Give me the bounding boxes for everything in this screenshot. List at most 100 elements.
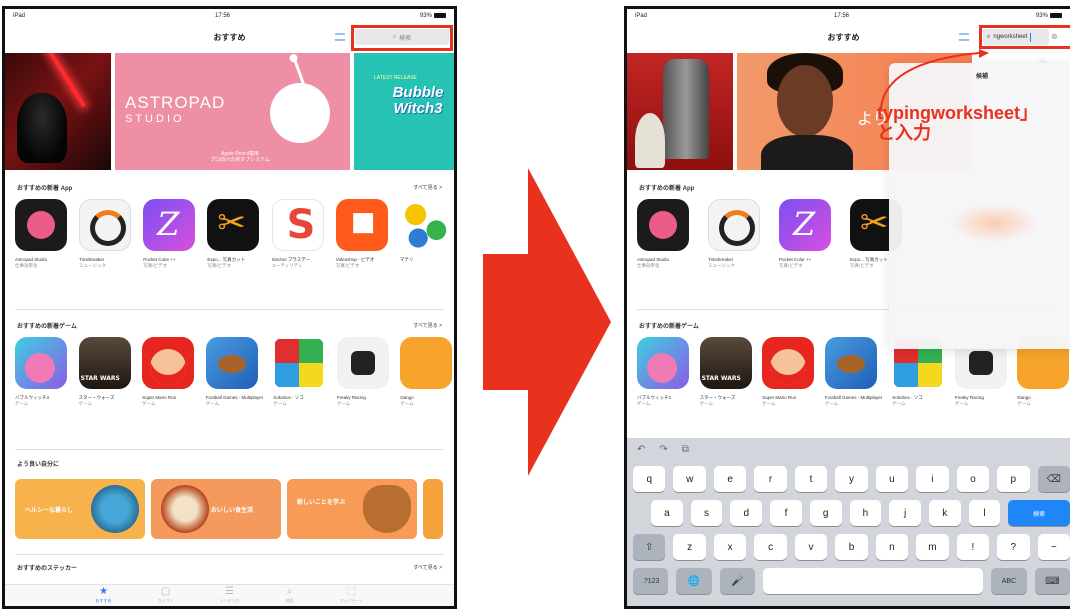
app-tile[interactable]: Pocket Color ++写真/ビデオ	[133, 199, 197, 269]
star-wars-icon[interactable]	[699, 337, 752, 389]
list-icon[interactable]	[335, 33, 345, 41]
tab-カテゴリ[interactable]: ▢ カテゴリ	[158, 586, 174, 605]
redo-icon[interactable]: ↷	[659, 444, 667, 455]
banner-star-wars[interactable]	[5, 53, 111, 170]
key-y[interactable]: y	[835, 466, 868, 492]
dango-icon[interactable]	[400, 337, 453, 389]
banner-astropad[interactable]: ASTROPAD STUDIO Apple Pencil専用 プロ向けの液タブシ…	[115, 53, 350, 170]
football-icon[interactable]	[205, 337, 258, 389]
microphone-key[interactable]: 🎤	[719, 568, 756, 594]
shift-key[interactable]: ⇧	[633, 534, 666, 560]
app-tile[interactable]: Pocket Color ++写真/ビデオ	[769, 199, 840, 269]
collection-card[interactable]: 新しいことを学ぶ	[287, 479, 417, 539]
app-tile[interactable]: Videoshop - ビデオ写真/ビデオ	[326, 199, 390, 269]
sokoban-icon[interactable]	[273, 337, 326, 389]
key-m[interactable]: m	[916, 534, 949, 560]
app-tile[interactable]: Expo... 写真カット写真/ビデオ	[197, 199, 261, 269]
app-tile[interactable]: Astropad Studio 仕事効率化	[5, 199, 69, 269]
video-app-icon[interactable]	[335, 199, 388, 251]
app-tile[interactable]: Super Mario Run ゲーム	[752, 337, 815, 407]
collection-card-partial[interactable]	[423, 479, 443, 539]
key-o[interactable]: o	[956, 466, 990, 492]
abc-key[interactable]: ABC	[991, 568, 1027, 594]
app-tile[interactable]: Timebreaker ミュージック	[69, 199, 133, 269]
key-t[interactable]: t	[794, 466, 828, 492]
search-key[interactable]: 検索	[1008, 500, 1070, 526]
tab-ランキング[interactable]: ☰ ランキング	[220, 586, 240, 605]
key-q[interactable]: q	[633, 466, 666, 492]
space-key[interactable]	[763, 568, 984, 594]
timer-app-icon[interactable]	[79, 199, 132, 251]
key-b[interactable]: b	[835, 534, 868, 560]
dots-app-icon[interactable]	[399, 199, 452, 251]
key-j[interactable]: j	[889, 500, 921, 526]
list-icon[interactable]	[959, 33, 969, 41]
paste-icon[interactable]: ⧉	[682, 444, 689, 455]
banner-bubble-witch[interactable]: LATEST RELEASE Bubble Witch3	[354, 53, 454, 170]
key-k[interactable]: k	[928, 500, 961, 526]
key-?[interactable]: ?	[997, 534, 1030, 560]
pocket-color-icon[interactable]	[779, 199, 831, 251]
sincho-app-icon[interactable]	[271, 199, 324, 251]
app-tile[interactable]: マテリ	[390, 199, 454, 269]
key-f[interactable]: f	[770, 500, 802, 526]
tab-検索[interactable]: ⌕ 検索	[285, 586, 293, 605]
football-icon[interactable]	[824, 337, 877, 389]
key-e[interactable]: e	[713, 466, 747, 492]
app-tile[interactable]: Timebreaker ミュージック	[698, 199, 769, 269]
key-g[interactable]: g	[809, 500, 842, 526]
app-tile[interactable]: Dango ゲーム	[390, 337, 454, 407]
app-tile[interactable]: Football Games - Multiplayer ゲーム	[196, 337, 263, 407]
app-tile[interactable]: Sokobus - ソコ ゲーム	[263, 337, 327, 407]
bubble-witch-icon[interactable]	[15, 337, 67, 389]
key-n[interactable]: n	[875, 534, 909, 560]
banner-game[interactable]	[627, 53, 733, 170]
keyboard-dismiss-key[interactable]: ⌨	[1034, 568, 1070, 594]
super-mario-icon[interactable]	[142, 337, 195, 389]
scissors-app-icon[interactable]	[207, 199, 260, 251]
see-all-link[interactable]: すべて見る >	[413, 564, 442, 571]
app-tile[interactable]: バブルウィッチ3 ゲーム	[627, 337, 690, 407]
app-tile[interactable]: スター・ウォーズゲーム	[690, 337, 753, 407]
pocket-color-icon[interactable]	[143, 199, 196, 251]
key-l[interactable]: l	[968, 500, 1001, 526]
bubble-witch-icon[interactable]	[637, 337, 689, 389]
key-v[interactable]: v	[794, 534, 828, 560]
app-tile[interactable]: Football Games - Multiplayer ゲーム	[815, 337, 882, 407]
key-p[interactable]: p	[997, 466, 1030, 492]
key-h[interactable]: h	[849, 500, 882, 526]
backspace-key[interactable]: ⌫	[1037, 466, 1070, 492]
numbers-key[interactable]: .?123	[633, 568, 669, 594]
app-tile[interactable]: Super Mario Run ゲーム	[132, 337, 196, 407]
key-u[interactable]: u	[875, 466, 909, 492]
key-![interactable]: !	[956, 534, 990, 560]
key-z[interactable]: z	[673, 534, 706, 560]
star-wars-icon[interactable]	[78, 337, 131, 389]
freaky-racing-icon[interactable]	[336, 337, 389, 389]
app-tile[interactable]: スター・ウォーズゲーム	[69, 337, 133, 407]
app-tile[interactable]: Sincho! プラスデーユーティリティ	[262, 199, 326, 269]
key-w[interactable]: w	[673, 466, 706, 492]
key-−[interactable]: −	[1037, 534, 1070, 560]
key-a[interactable]: a	[651, 500, 683, 526]
tab-おすすめ[interactable]: ★ おすすめ	[96, 586, 112, 605]
key-r[interactable]: r	[754, 466, 787, 492]
super-mario-icon[interactable]	[762, 337, 815, 389]
key-d[interactable]: d	[730, 500, 763, 526]
tab-アップデート[interactable]: ⬚ アップデート	[339, 586, 363, 605]
app-tile[interactable]: バブルウィッチ3 ゲーム	[5, 337, 69, 407]
app-tile[interactable]: Freaky Racing ゲーム	[327, 337, 391, 407]
key-x[interactable]: x	[713, 534, 747, 560]
see-all-link[interactable]: すべて見る >	[413, 184, 442, 191]
astropad-app-icon[interactable]	[15, 199, 67, 251]
astropad-app-icon[interactable]	[637, 199, 689, 251]
undo-icon[interactable]: ↶	[637, 444, 645, 455]
collection-card[interactable]: おいしい食生活	[151, 479, 281, 539]
timer-app-icon[interactable]	[708, 199, 760, 251]
key-i[interactable]: i	[916, 466, 949, 492]
app-tile[interactable]: Astropad Studio 仕事効率化	[627, 199, 698, 269]
globe-key[interactable]: 🌐	[676, 568, 712, 594]
see-all-link[interactable]: すべて見る >	[413, 322, 442, 329]
collection-card[interactable]: ヘルシーな暮らし	[15, 479, 145, 539]
key-s[interactable]: s	[690, 500, 723, 526]
